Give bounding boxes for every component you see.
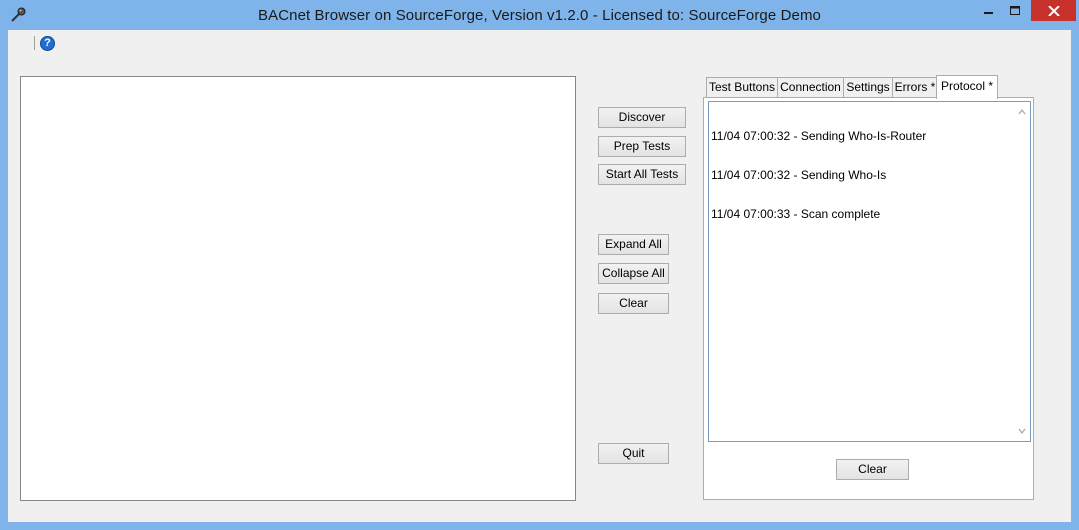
close-icon <box>1047 5 1060 16</box>
help-icon[interactable]: ? <box>40 36 55 51</box>
title-bar[interactable]: BACnet Browser on SourceForge, Version v… <box>0 0 1079 30</box>
device-tree-view[interactable] <box>20 76 576 501</box>
maximize-button[interactable] <box>1002 0 1028 21</box>
discover-button[interactable]: Discover <box>598 107 686 128</box>
collapse-all-button[interactable]: Collapse All <box>598 263 669 284</box>
client-area: ? Discover Prep Tests Start All Tests Ex… <box>8 30 1071 522</box>
protocol-log-lines: 11/04 07:00:32 - Sending Who-Is-Router 1… <box>711 104 1014 247</box>
scroll-up-arrow-icon[interactable] <box>1018 108 1026 116</box>
tab-errors[interactable]: Errors * <box>892 77 938 98</box>
minimize-button[interactable] <box>976 0 1002 21</box>
tab-protocol[interactable]: Protocol * <box>936 75 998 99</box>
app-window: BACnet Browser on SourceForge, Version v… <box>0 0 1079 530</box>
scroll-down-arrow-icon[interactable] <box>1018 427 1026 435</box>
log-line: 11/04 07:00:33 - Scan complete <box>711 207 881 221</box>
log-line: 11/04 07:00:32 - Sending Who-Is-Router <box>711 129 927 143</box>
prep-tests-button[interactable]: Prep Tests <box>598 136 686 157</box>
log-scrollbar[interactable] <box>1014 102 1030 441</box>
tab-connection[interactable]: Connection <box>777 77 844 98</box>
tab-test-buttons[interactable]: Test Buttons <box>706 77 778 98</box>
protocol-log[interactable]: 11/04 07:00:32 - Sending Who-Is-Router 1… <box>708 101 1031 442</box>
window-title: BACnet Browser on SourceForge, Version v… <box>258 7 821 24</box>
menu-grip <box>34 36 35 50</box>
start-all-tests-button[interactable]: Start All Tests <box>598 164 686 185</box>
menu-strip: ? <box>8 30 1071 58</box>
expand-all-button[interactable]: Expand All <box>598 234 669 255</box>
quit-button[interactable]: Quit <box>598 443 669 464</box>
close-button[interactable] <box>1031 0 1076 21</box>
tab-control: Test Buttons Connection Settings Errors … <box>703 75 1034 500</box>
minimize-icon <box>984 11 993 14</box>
log-line: 11/04 07:00:32 - Sending Who-Is <box>711 168 887 182</box>
maximize-icon <box>1009 5 1020 15</box>
protocol-tab-page: 11/04 07:00:32 - Sending Who-Is-Router 1… <box>703 97 1034 500</box>
clear-tree-button[interactable]: Clear <box>598 293 669 314</box>
clear-log-button[interactable]: Clear <box>836 459 909 480</box>
tab-settings[interactable]: Settings <box>843 77 893 98</box>
